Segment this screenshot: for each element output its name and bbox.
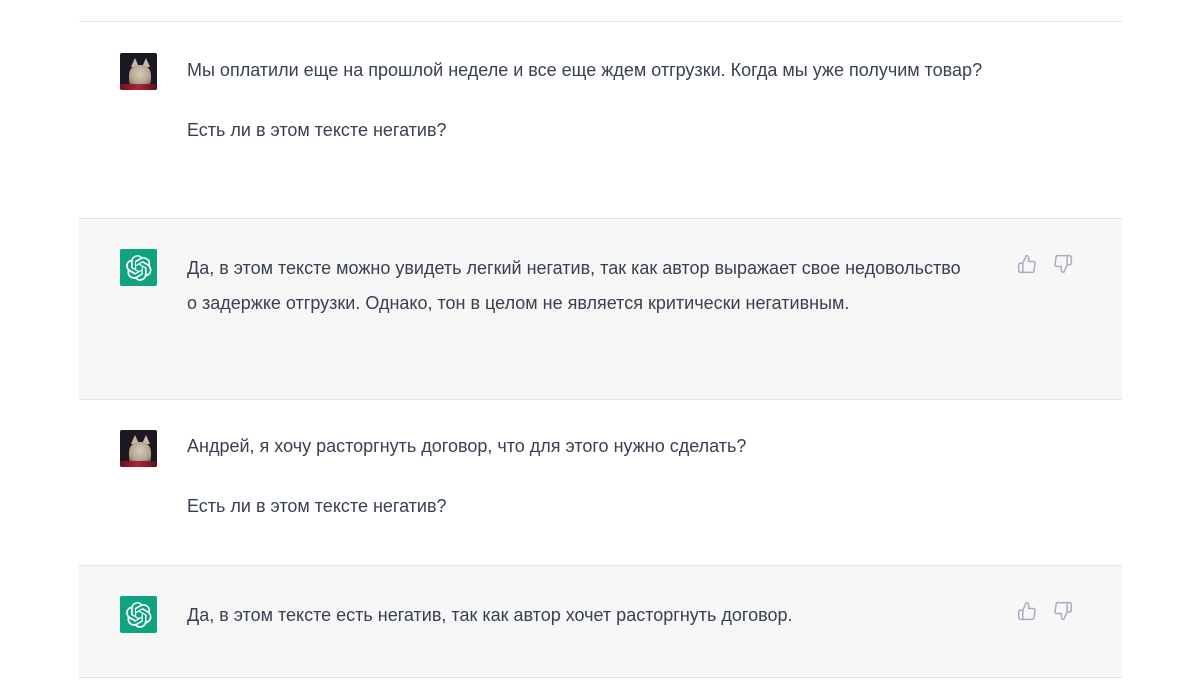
message-text: Да, в этом тексте есть негатив, так как … bbox=[187, 598, 967, 633]
assistant-avatar bbox=[120, 596, 157, 633]
message-text: Андрей, я хочу расторгнуть договор, что … bbox=[187, 431, 1017, 521]
message-paragraph: Есть ли в этом тексте негатив? bbox=[187, 496, 447, 516]
thumbs-up-button[interactable] bbox=[1016, 253, 1038, 275]
message-paragraph: Андрей, я хочу расторгнуть договор, что … bbox=[187, 436, 747, 456]
thumbs-up-icon bbox=[1017, 601, 1036, 621]
openai-logo-icon bbox=[125, 254, 151, 281]
assistant-avatar bbox=[120, 249, 157, 286]
user-message: Мы оплатили еще на прошлой неделе и все … bbox=[79, 22, 1122, 219]
conversation-thread: Мы оплатили еще на прошлой неделе и все … bbox=[79, 0, 1122, 700]
thumbs-down-icon bbox=[1054, 254, 1073, 274]
thumbs-down-button[interactable] bbox=[1052, 253, 1074, 275]
thumbs-up-button[interactable] bbox=[1016, 600, 1038, 622]
user-avatar bbox=[120, 430, 157, 467]
message-paragraph: Да, в этом тексте есть негатив, так как … bbox=[187, 605, 793, 625]
openai-logo-icon bbox=[125, 601, 151, 628]
assistant-message: Да, в этом тексте можно увидеть легкий н… bbox=[79, 219, 1122, 400]
message-text: Да, в этом тексте можно увидеть легкий н… bbox=[187, 251, 967, 321]
user-message: Андрей, я хочу расторгнуть договор, что … bbox=[79, 400, 1122, 566]
thumbs-down-icon bbox=[1054, 601, 1073, 621]
message-paragraph: Да, в этом тексте можно увидеть легкий н… bbox=[187, 258, 961, 313]
message-paragraph: Есть ли в этом тексте негатив? bbox=[187, 120, 447, 140]
feedback-buttons bbox=[1016, 253, 1074, 275]
thumbs-down-button[interactable] bbox=[1052, 600, 1074, 622]
message-text: Мы оплатили еще на прошлой неделе и все … bbox=[187, 55, 1017, 145]
assistant-message: Да, в этом тексте есть негатив, так как … bbox=[79, 566, 1122, 678]
user-avatar bbox=[120, 53, 157, 90]
message-paragraph: Мы оплатили еще на прошлой неделе и все … bbox=[187, 60, 983, 80]
feedback-buttons bbox=[1016, 600, 1074, 622]
divider bbox=[79, 0, 1122, 22]
thumbs-up-icon bbox=[1017, 254, 1036, 274]
